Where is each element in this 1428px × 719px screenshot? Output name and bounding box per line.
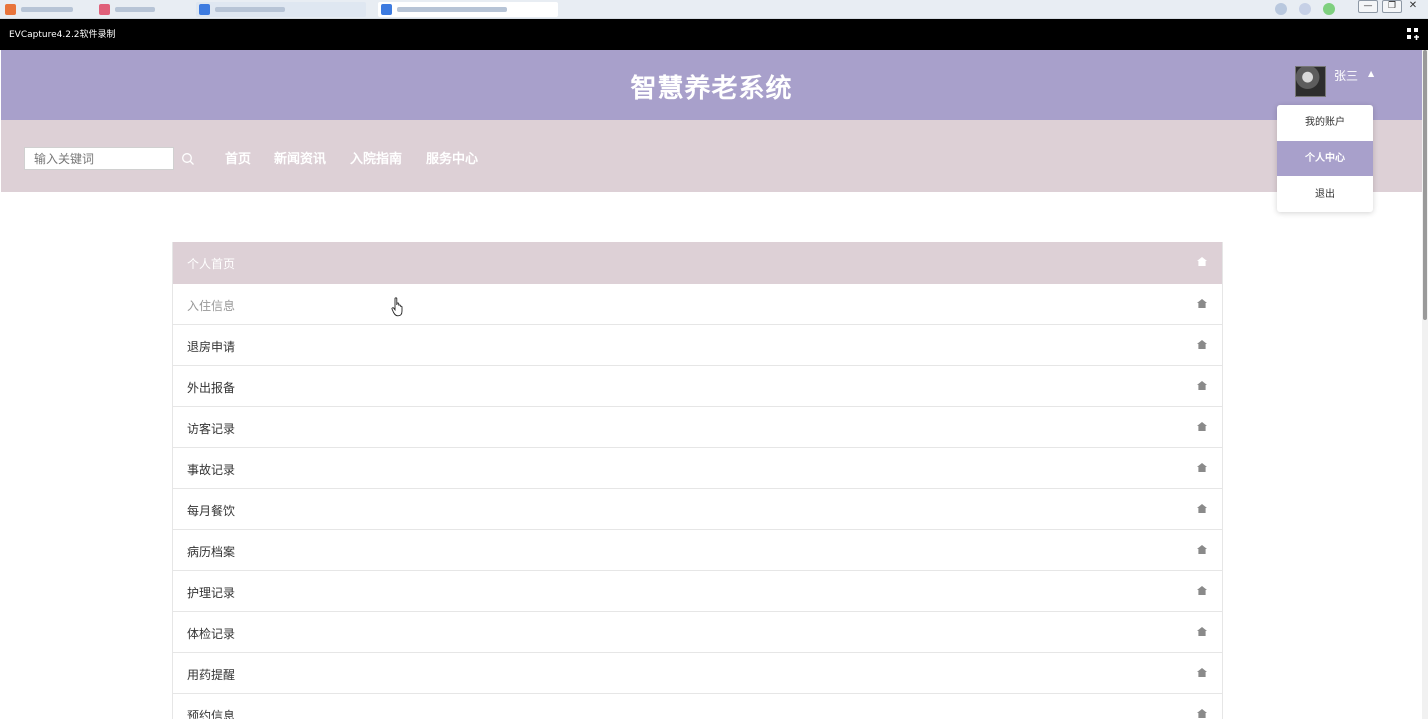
app-icon bbox=[5, 4, 16, 15]
os-tab[interactable] bbox=[96, 2, 166, 17]
capture-title: EVCapture4.2.2软件录制 bbox=[9, 30, 116, 40]
scrollbar-thumb[interactable] bbox=[1423, 50, 1427, 320]
home-icon bbox=[1197, 257, 1207, 266]
menu-item-personal-home[interactable]: 个人首页 bbox=[173, 242, 1222, 284]
home-icon bbox=[1197, 504, 1207, 513]
menu-item-visitor-records[interactable]: 访客记录 bbox=[173, 407, 1222, 448]
menu-item-checkin-info[interactable]: 入住信息 bbox=[173, 284, 1222, 325]
site-header: 智慧养老系统 张三 ▲ bbox=[1, 50, 1422, 120]
menu-item-label: 病历档案 bbox=[187, 545, 236, 559]
home-icon bbox=[1197, 463, 1207, 472]
home-icon bbox=[1197, 381, 1207, 390]
menu-item-label: 个人首页 bbox=[187, 257, 236, 271]
os-taskbar: — ❐ ✕ bbox=[0, 0, 1428, 19]
home-icon bbox=[1197, 422, 1207, 431]
tray-icon[interactable] bbox=[1323, 3, 1335, 15]
user-avatar[interactable] bbox=[1295, 66, 1326, 97]
menu-item-medical-records[interactable]: 病历档案 bbox=[173, 530, 1222, 571]
menu-item-label: 每月餐饮 bbox=[187, 504, 236, 518]
tray-icon[interactable] bbox=[1275, 3, 1287, 15]
home-icon bbox=[1197, 627, 1207, 636]
menu-item-label: 入住信息 bbox=[187, 299, 236, 313]
menu-item-label: 用药提醒 bbox=[187, 668, 236, 682]
menu-item-label: 外出报备 bbox=[187, 381, 236, 395]
menu-item-label: 护理记录 bbox=[187, 586, 236, 600]
os-tab[interactable] bbox=[196, 2, 366, 17]
menu-item-checkup-records[interactable]: 体检记录 bbox=[173, 612, 1222, 653]
menu-item-monthly-meals[interactable]: 每月餐饮 bbox=[173, 489, 1222, 530]
close-icon[interactable]: ✕ bbox=[1406, 0, 1420, 13]
capture-title-bar: EVCapture4.2.2软件录制 bbox=[0, 19, 1428, 50]
app-icon bbox=[99, 4, 110, 15]
nav-service-center[interactable]: 服务中心 bbox=[426, 148, 478, 167]
menu-item-appointment-info[interactable]: 预约信息 bbox=[173, 694, 1222, 719]
menu-item-label: 事故记录 bbox=[187, 463, 236, 477]
dropdown-my-account[interactable]: 我的账户 bbox=[1277, 105, 1373, 140]
site-title: 智慧养老系统 bbox=[630, 74, 793, 104]
home-icon bbox=[1197, 586, 1207, 595]
caret-up-icon[interactable]: ▲ bbox=[1368, 69, 1374, 78]
dropdown-logout[interactable]: 退出 bbox=[1277, 177, 1373, 212]
menu-item-label: 退房申请 bbox=[187, 340, 236, 354]
os-tab-active[interactable] bbox=[378, 2, 558, 17]
app-icon bbox=[199, 4, 210, 15]
dropdown-personal-center[interactable]: 个人中心 bbox=[1277, 141, 1373, 176]
menu-item-nursing-records[interactable]: 护理记录 bbox=[173, 571, 1222, 612]
user-name[interactable]: 张三 bbox=[1334, 67, 1358, 84]
home-icon bbox=[1197, 668, 1207, 677]
search-input[interactable] bbox=[24, 147, 174, 170]
menu-item-label: 访客记录 bbox=[187, 422, 236, 436]
menu-item-outing-report[interactable]: 外出报备 bbox=[173, 366, 1222, 407]
window-controls: — ❐ ✕ bbox=[1358, 0, 1420, 13]
restore-button[interactable]: ❐ bbox=[1382, 0, 1402, 13]
menu-item-checkout-request[interactable]: 退房申请 bbox=[173, 325, 1222, 366]
app-icon bbox=[381, 4, 392, 15]
home-icon bbox=[1197, 709, 1207, 718]
menu-item-medication-reminder[interactable]: 用药提醒 bbox=[173, 653, 1222, 694]
tray-icon[interactable] bbox=[1299, 3, 1311, 15]
menu-item-accident-records[interactable]: 事故记录 bbox=[173, 448, 1222, 489]
expand-icon[interactable] bbox=[1406, 27, 1420, 41]
hand-cursor-icon bbox=[391, 297, 403, 317]
os-tab[interactable] bbox=[2, 2, 88, 17]
page-scrollbar[interactable] bbox=[1422, 50, 1428, 719]
nav-admission-guide[interactable]: 入院指南 bbox=[350, 148, 402, 167]
nav-bar: 首页 新闻资讯 入院指南 服务中心 bbox=[1, 120, 1422, 192]
minimize-button[interactable]: — bbox=[1358, 0, 1378, 13]
search-icon[interactable] bbox=[181, 152, 195, 166]
home-icon bbox=[1197, 299, 1207, 308]
personal-menu-list: 个人首页 入住信息 退房申请 外出报备 访客记录 事故记录 每月餐饮 病历档案 … bbox=[172, 242, 1223, 719]
home-icon bbox=[1197, 545, 1207, 554]
menu-item-label: 预约信息 bbox=[187, 709, 236, 719]
nav-home[interactable]: 首页 bbox=[225, 148, 251, 167]
menu-item-label: 体检记录 bbox=[187, 627, 236, 641]
nav-news[interactable]: 新闻资讯 bbox=[274, 148, 326, 167]
home-icon bbox=[1197, 340, 1207, 349]
user-dropdown-menu: 我的账户 个人中心 退出 bbox=[1277, 105, 1373, 212]
